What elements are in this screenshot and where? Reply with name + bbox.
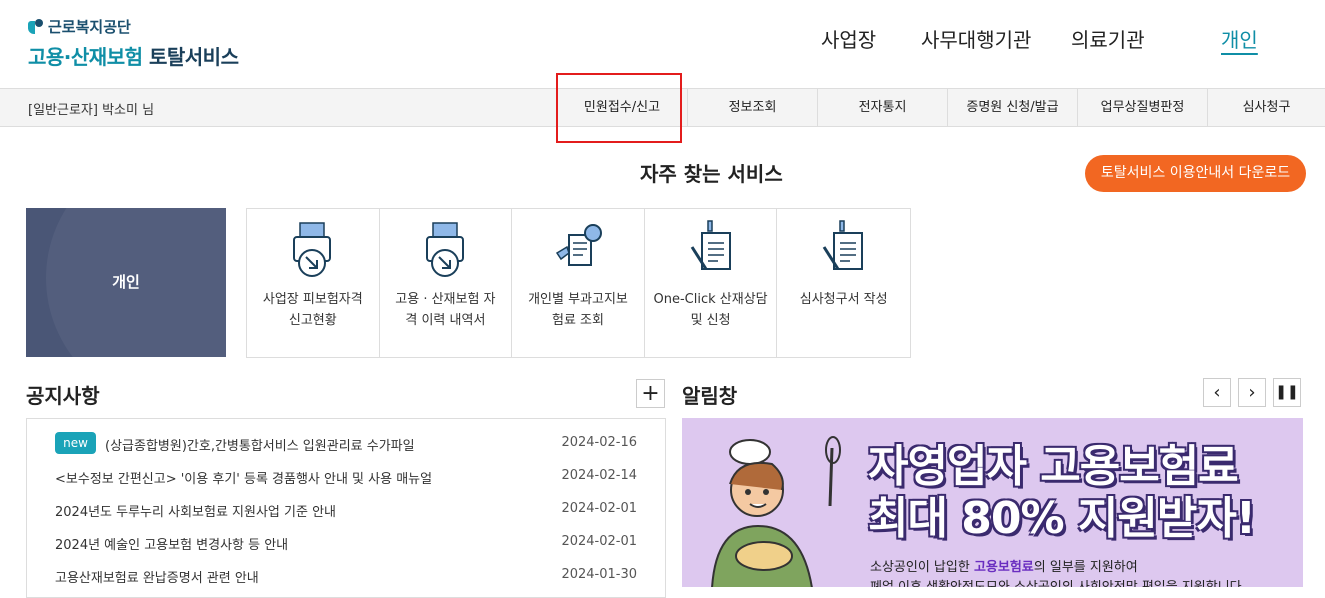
menu-certificate[interactable]: 증명원 신청/발급 <box>947 89 1077 126</box>
alerts-pause-button[interactable]: ❚❚ <box>1273 378 1301 407</box>
alerts-next-button[interactable]: › <box>1238 378 1266 407</box>
notices-list: new (상급종합병원)간호,간병통합서비스 입원관리료 수가파일 2024-0… <box>26 418 666 598</box>
service-label: 신고현황 <box>288 313 337 328</box>
topnav-personal[interactable]: 개인 <box>1221 24 1258 54</box>
new-badge: new <box>55 432 96 454</box>
document-tray-icon <box>425 222 464 277</box>
banner-headline-2: 최대 80% 지원받자! <box>868 493 1256 544</box>
menu-e-notice[interactable]: 전자통지 <box>817 89 947 126</box>
service-label: One-Click 산재상담 <box>653 292 768 307</box>
notices-more-button[interactable]: + <box>636 379 665 408</box>
service-label: 개인별 부과고지보 <box>528 292 628 307</box>
topnav-medical[interactable]: 의료기관 <box>1071 24 1145 54</box>
notices-title: 공지사항 <box>26 384 100 408</box>
service-label: 심사청구서 작성 <box>799 292 888 307</box>
service-item[interactable]: 개인별 부과고지보험료 조회 <box>512 209 645 357</box>
notice-title: 2024년도 두루누리 사회보험료 지원사업 기준 안내 <box>55 505 336 520</box>
service-label: 및 신청 <box>690 313 731 328</box>
menu-info-lookup[interactable]: 정보조회 <box>687 89 817 126</box>
pause-icon: ❚❚ <box>1275 384 1299 400</box>
personal-card[interactable]: 개인 <box>26 208 226 357</box>
banner-subtext-a: 소상공인이 납입한 <box>870 560 974 575</box>
service-label: 험료 조회 <box>551 313 604 328</box>
notice-row[interactable]: 2024년도 두루누리 사회보험료 지원사업 기준 안내 2024-02-01 <box>27 493 665 526</box>
notice-title: 2024년 예술인 고용보험 변경사항 등 안내 <box>55 538 289 553</box>
service-label: 격 이력 내역서 <box>405 313 486 328</box>
logo-mark-icon <box>28 18 44 35</box>
notice-date: 2024-02-01 <box>561 534 637 549</box>
service-item[interactable]: One-Click 산재상담및 신청 <box>645 209 778 357</box>
plus-icon: + <box>641 381 660 406</box>
logo-org-name: 근로복지공단 <box>48 18 131 36</box>
chevron-right-icon: › <box>1248 382 1256 403</box>
notice-date: 2024-02-14 <box>561 468 637 483</box>
alerts-prev-button[interactable]: ‹ <box>1203 378 1231 407</box>
user-name: [일반근로자] 박소미 님 <box>28 103 155 118</box>
notice-date: 2024-02-01 <box>561 501 637 516</box>
site-logo[interactable]: 근로복지공단 고용·산재보험 토탈서비스 <box>28 16 239 70</box>
notice-title: 고용산재보험료 완납증명서 관련 안내 <box>55 571 259 586</box>
service-label: 고용 · 산재보험 자 <box>395 292 496 307</box>
service-item[interactable]: 사업장 피보험자격신고현황 <box>247 209 380 357</box>
service-label: 사업장 피보험자격 <box>262 292 363 307</box>
frequent-services-grid: 사업장 피보험자격신고현황 고용 · 산재보험 자격 이력 내역서 개인별 부과… <box>246 208 911 358</box>
receipt-search-icon <box>556 224 603 266</box>
alert-banner[interactable]: 자영업자 고용보험료 최대 80% 지원받자! 소상공인이 납입한 고용보험료의… <box>682 418 1303 587</box>
pen-document-icon <box>823 220 864 270</box>
document-tray-icon <box>293 222 331 277</box>
logo-service-suffix: 토탈서비스 <box>148 45 239 69</box>
menu-review-claim[interactable]: 심사청구 <box>1207 89 1325 126</box>
notice-row[interactable]: 고용산재보험료 완납증명서 관련 안내 2024-01-30 <box>27 559 665 592</box>
notice-title: <보수정보 간편신고> '이용 후기' 등록 경품행사 안내 및 사용 매뉴얼 <box>55 472 433 487</box>
guide-download-button[interactable]: 토탈서비스 이용안내서 다운로드 <box>1085 155 1306 192</box>
notice-date: 2024-01-30 <box>561 567 637 582</box>
highlight-annotation <box>556 73 682 143</box>
notice-date: 2024-02-16 <box>561 435 637 450</box>
chevron-left-icon: ‹ <box>1213 382 1221 403</box>
banner-subtext: 소상공인이 납입한 고용보험료의 일부를 지원하여 <box>870 556 1138 575</box>
frequent-services-title: 자주 찾는 서비스 <box>640 162 783 186</box>
notice-title: (상급종합병원)간호,간병통합서비스 입원관리료 수가파일 <box>105 439 415 454</box>
alerts-title: 알림창 <box>682 384 738 408</box>
topnav-agency[interactable]: 사무대행기관 <box>921 24 1031 54</box>
notice-row[interactable]: new (상급종합병원)간호,간병통합서비스 입원관리료 수가파일 2024-0… <box>27 427 665 460</box>
banner-subtext-b: 의 일부를 지원하여 <box>1033 560 1138 575</box>
topnav-business[interactable]: 사업장 <box>821 24 876 54</box>
notice-row[interactable]: 2024년 예술인 고용보험 변경사항 등 안내 2024-02-01 <box>27 526 665 559</box>
banner-subtext-highlight: 고용보험료 <box>973 560 1034 575</box>
menu-occupational-disease[interactable]: 업무상질병판정 <box>1077 89 1207 126</box>
service-item[interactable]: 고용 · 산재보험 자격 이력 내역서 <box>380 209 513 357</box>
banner-subtext-2: 폐업 이후 생활안정도모와 소상공인의 사회안전망 편입을 지원합니다 <box>870 576 1242 587</box>
baker-illustration <box>711 436 841 587</box>
service-item[interactable]: 심사청구서 작성 <box>777 209 910 357</box>
pen-document-icon <box>690 220 731 270</box>
notice-row[interactable]: <보수정보 간편신고> '이용 후기' 등록 경품행사 안내 및 사용 매뉴얼 … <box>27 460 665 493</box>
logo-service-name: 고용·산재보험 <box>28 45 143 69</box>
personal-card-label: 개인 <box>112 273 140 291</box>
